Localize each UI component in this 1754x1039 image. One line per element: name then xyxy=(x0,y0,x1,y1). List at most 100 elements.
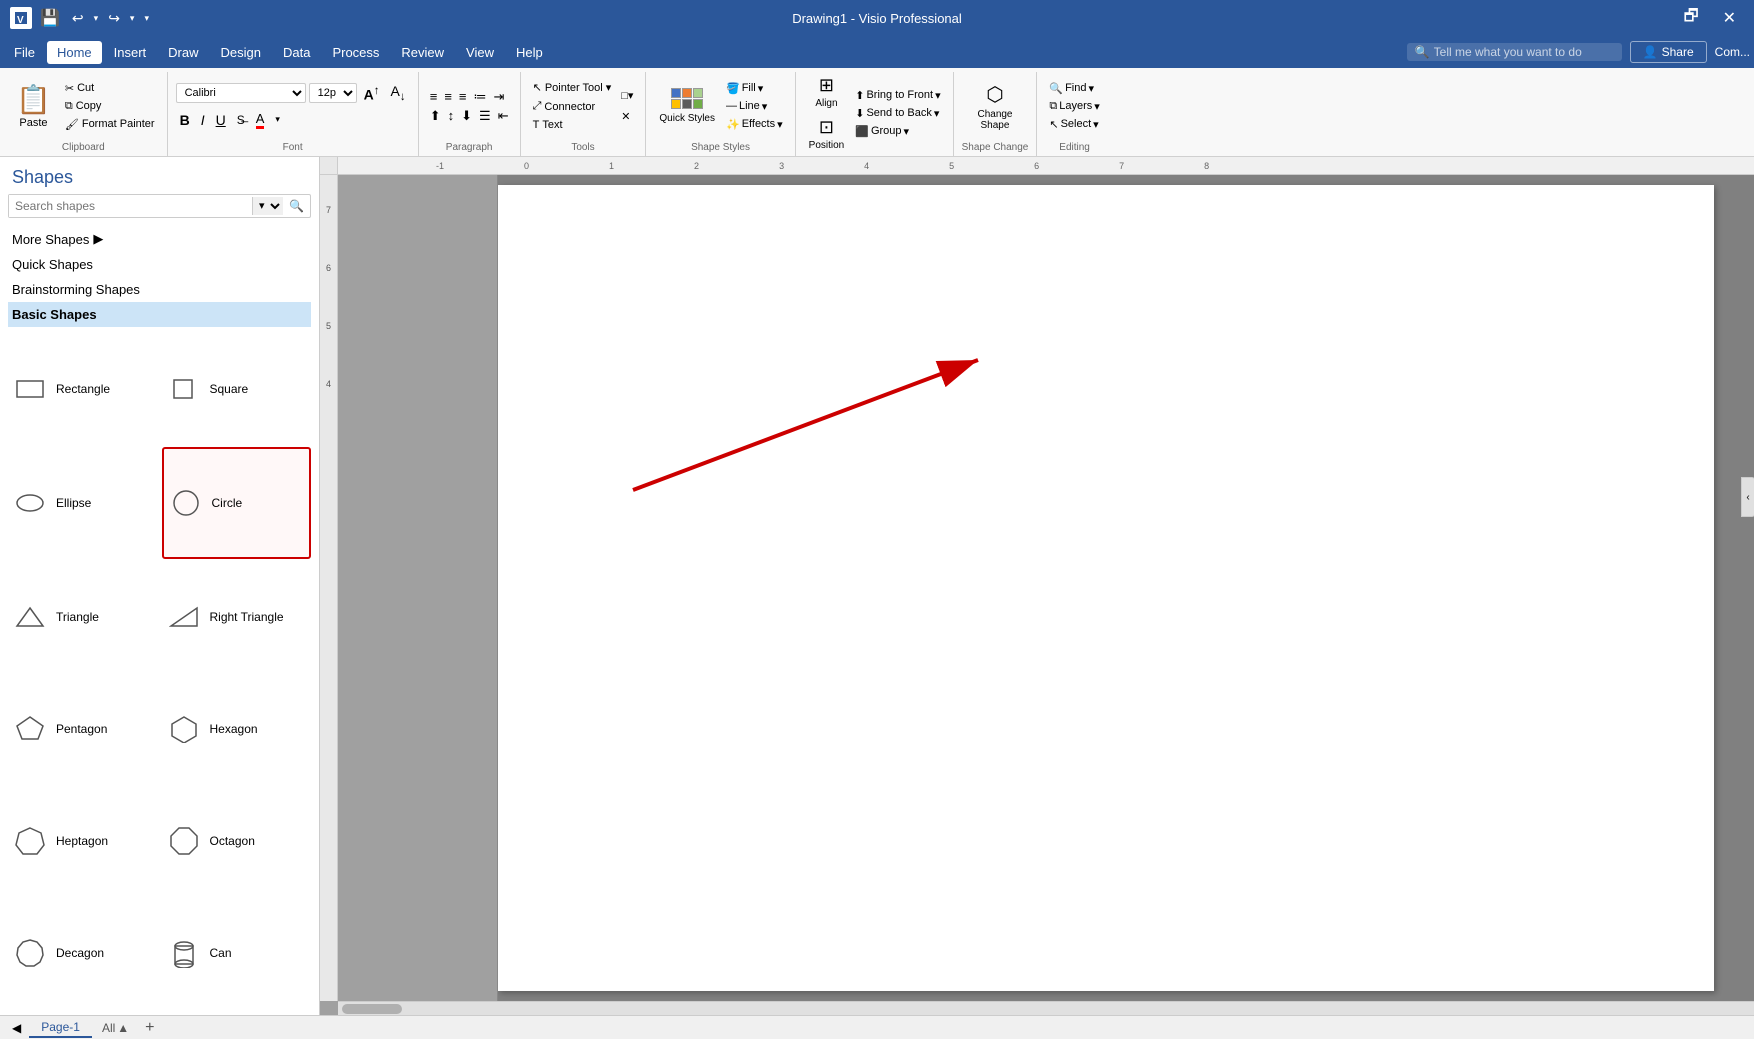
shape-hexagon[interactable]: Hexagon xyxy=(162,675,312,783)
line-button[interactable]: — Line ▾ xyxy=(722,98,771,115)
format-painter-icon: 🖌 xyxy=(65,118,79,131)
pointer-tool-button[interactable]: ↖ Pointer Tool ▾ xyxy=(529,79,616,96)
align-button[interactable]: ⊞ Align xyxy=(804,72,850,112)
search-bar[interactable]: 🔍 xyxy=(1407,43,1622,61)
shapes-search-input[interactable] xyxy=(9,195,252,217)
shape-square[interactable]: Square xyxy=(162,335,312,443)
canvas-inner[interactable]: 7 6 5 4 xyxy=(320,175,1754,1001)
category-basic-shapes[interactable]: Basic Shapes xyxy=(8,302,311,327)
redo-dropdown[interactable]: ▾ xyxy=(126,8,139,29)
shape-dropdown-button[interactable]: □▾ xyxy=(617,87,637,104)
shape-pentagon[interactable]: Pentagon xyxy=(8,675,158,783)
add-page-button[interactable]: + xyxy=(141,1019,158,1037)
shape-decagon[interactable]: Decagon xyxy=(8,899,158,1007)
cut-button[interactable]: ✂ Cut xyxy=(61,80,159,97)
bring-to-front-button[interactable]: ⬆ Bring to Front ▾ xyxy=(851,87,944,104)
menu-item-review[interactable]: Review xyxy=(391,41,454,64)
menu-right: 🔍 👤 Share Com... xyxy=(1407,41,1750,63)
search-input[interactable] xyxy=(1434,45,1614,59)
strikethrough-button[interactable]: S̶ xyxy=(233,111,249,129)
menu-item-home[interactable]: Home xyxy=(47,41,102,64)
layers-button[interactable]: ⧉ Layers ▾ xyxy=(1045,98,1103,115)
canvas-white[interactable] xyxy=(498,185,1714,991)
select-button[interactable]: ↖ Select ▾ xyxy=(1045,116,1103,133)
menu-item-view[interactable]: View xyxy=(456,41,504,64)
bold-button[interactable]: B xyxy=(176,110,194,130)
format-painter-button[interactable]: 🖌 Format Painter xyxy=(61,116,159,133)
position-button[interactable]: ⊡ Position xyxy=(804,114,850,154)
align-center-button[interactable]: ≡ xyxy=(441,88,455,105)
align-middle-button[interactable]: ↕ xyxy=(445,107,458,124)
comment-button[interactable]: Com... xyxy=(1715,45,1750,59)
align-justify-button[interactable]: ☰ xyxy=(476,107,494,124)
scrollbar-thumb[interactable] xyxy=(342,1004,402,1014)
decrease-indent-button[interactable]: ⇤ xyxy=(495,107,512,124)
restore-button[interactable]: 🗗 xyxy=(1676,3,1707,34)
collapse-panel-button[interactable]: ‹ xyxy=(1741,477,1754,517)
effects-button[interactable]: ✨ Effects ▾ xyxy=(722,116,787,133)
horizontal-scrollbar[interactable] xyxy=(338,1001,1754,1015)
menu-item-insert[interactable]: Insert xyxy=(104,41,157,64)
group-button[interactable]: ⬛ Group ▾ xyxy=(851,123,944,140)
category-more-shapes[interactable]: More Shapes ▶ xyxy=(8,226,311,252)
menu-item-data[interactable]: Data xyxy=(273,41,320,64)
font-color-button[interactable]: A xyxy=(252,109,269,131)
canvas-area[interactable]: -1 0 1 2 3 4 5 6 7 8 7 6 5 4 xyxy=(320,157,1754,1015)
change-shape-button[interactable]: ⬡ ChangeShape xyxy=(970,79,1020,134)
shape-octagon[interactable]: Octagon xyxy=(162,787,312,895)
shape-ellipse[interactable]: Ellipse xyxy=(8,447,158,559)
undo-button[interactable]: ↩ xyxy=(68,8,88,29)
menu-item-file[interactable]: File xyxy=(4,41,45,64)
shrink-font-button[interactable]: A↓ xyxy=(387,81,410,105)
font-color-dropdown[interactable]: ▾ xyxy=(271,112,284,127)
shapes-search[interactable]: ▾ 🔍 xyxy=(8,194,311,218)
align-top-button[interactable]: ⬆ xyxy=(427,107,444,124)
send-to-back-button[interactable]: ⬇ Send to Back ▾ xyxy=(851,105,944,122)
page-tab-1[interactable]: Page-1 xyxy=(29,1018,92,1038)
share-button[interactable]: 👤 Share xyxy=(1630,41,1707,63)
customize-qat[interactable]: ▾ xyxy=(140,8,153,29)
close-button[interactable]: ✕ xyxy=(1715,6,1744,30)
menu-item-design[interactable]: Design xyxy=(211,41,271,64)
all-pages-tab[interactable]: All ▲ xyxy=(94,1019,137,1037)
font-family-select[interactable]: Calibri xyxy=(176,83,306,103)
shape-heptagon[interactable]: Heptagon xyxy=(8,787,158,895)
underline-button[interactable]: U xyxy=(212,110,230,130)
align-bottom-button[interactable]: ⬇ xyxy=(458,107,475,124)
redo-button[interactable]: ↪ xyxy=(104,8,124,29)
connection-close-button[interactable]: ✕ xyxy=(617,108,637,125)
grow-font-button[interactable]: A↑ xyxy=(360,82,384,105)
paste-button[interactable]: 📋 Paste xyxy=(8,79,59,133)
search-icon[interactable]: 🔍 xyxy=(283,195,310,217)
menu-item-draw[interactable]: Draw xyxy=(158,41,208,64)
menu-item-process[interactable]: Process xyxy=(322,41,389,64)
shapes-search-select[interactable]: ▾ xyxy=(252,197,283,215)
scroll-left[interactable]: ◀ xyxy=(8,1019,25,1037)
category-brainstorming[interactable]: Brainstorming Shapes xyxy=(8,277,311,302)
shape-can[interactable]: Can xyxy=(162,899,312,1007)
shape-circle[interactable]: Circle xyxy=(162,447,312,559)
canvas-background[interactable] xyxy=(338,175,1754,1001)
shape-rectangle[interactable]: Rectangle xyxy=(8,335,158,443)
italic-button[interactable]: I xyxy=(197,110,209,130)
undo-dropdown[interactable]: ▾ xyxy=(90,8,103,29)
find-button[interactable]: 🔍 Find ▾ xyxy=(1045,80,1103,97)
copy-icon: ⧉ xyxy=(65,100,73,113)
increase-indent-button[interactable]: ⇥ xyxy=(491,88,508,105)
connector-button[interactable]: ⤢ Connector xyxy=(529,98,616,115)
bullets-button[interactable]: ≔ xyxy=(471,88,490,105)
align-right-button[interactable]: ≡ xyxy=(456,88,470,105)
text-button[interactable]: T Text xyxy=(529,117,616,133)
shape-triangle[interactable]: Triangle xyxy=(8,563,158,671)
save-button[interactable]: 💾 xyxy=(40,8,60,28)
menu-item-help[interactable]: Help xyxy=(506,41,553,64)
align-left-button[interactable]: ≡ xyxy=(427,88,441,105)
fill-button[interactable]: 🪣 Fill ▾ xyxy=(722,80,767,97)
quick-styles-button[interactable]: Quick Styles xyxy=(654,85,720,127)
copy-button[interactable]: ⧉ Copy xyxy=(61,98,159,115)
scroll-left-button[interactable]: ◀ xyxy=(8,1019,25,1037)
category-quick-shapes[interactable]: Quick Shapes xyxy=(8,252,311,277)
font-size-select[interactable]: 12pt. xyxy=(309,83,357,103)
font-row-1: Calibri 12pt. A↑ A↓ xyxy=(176,81,410,105)
shape-right-triangle[interactable]: Right Triangle xyxy=(162,563,312,671)
